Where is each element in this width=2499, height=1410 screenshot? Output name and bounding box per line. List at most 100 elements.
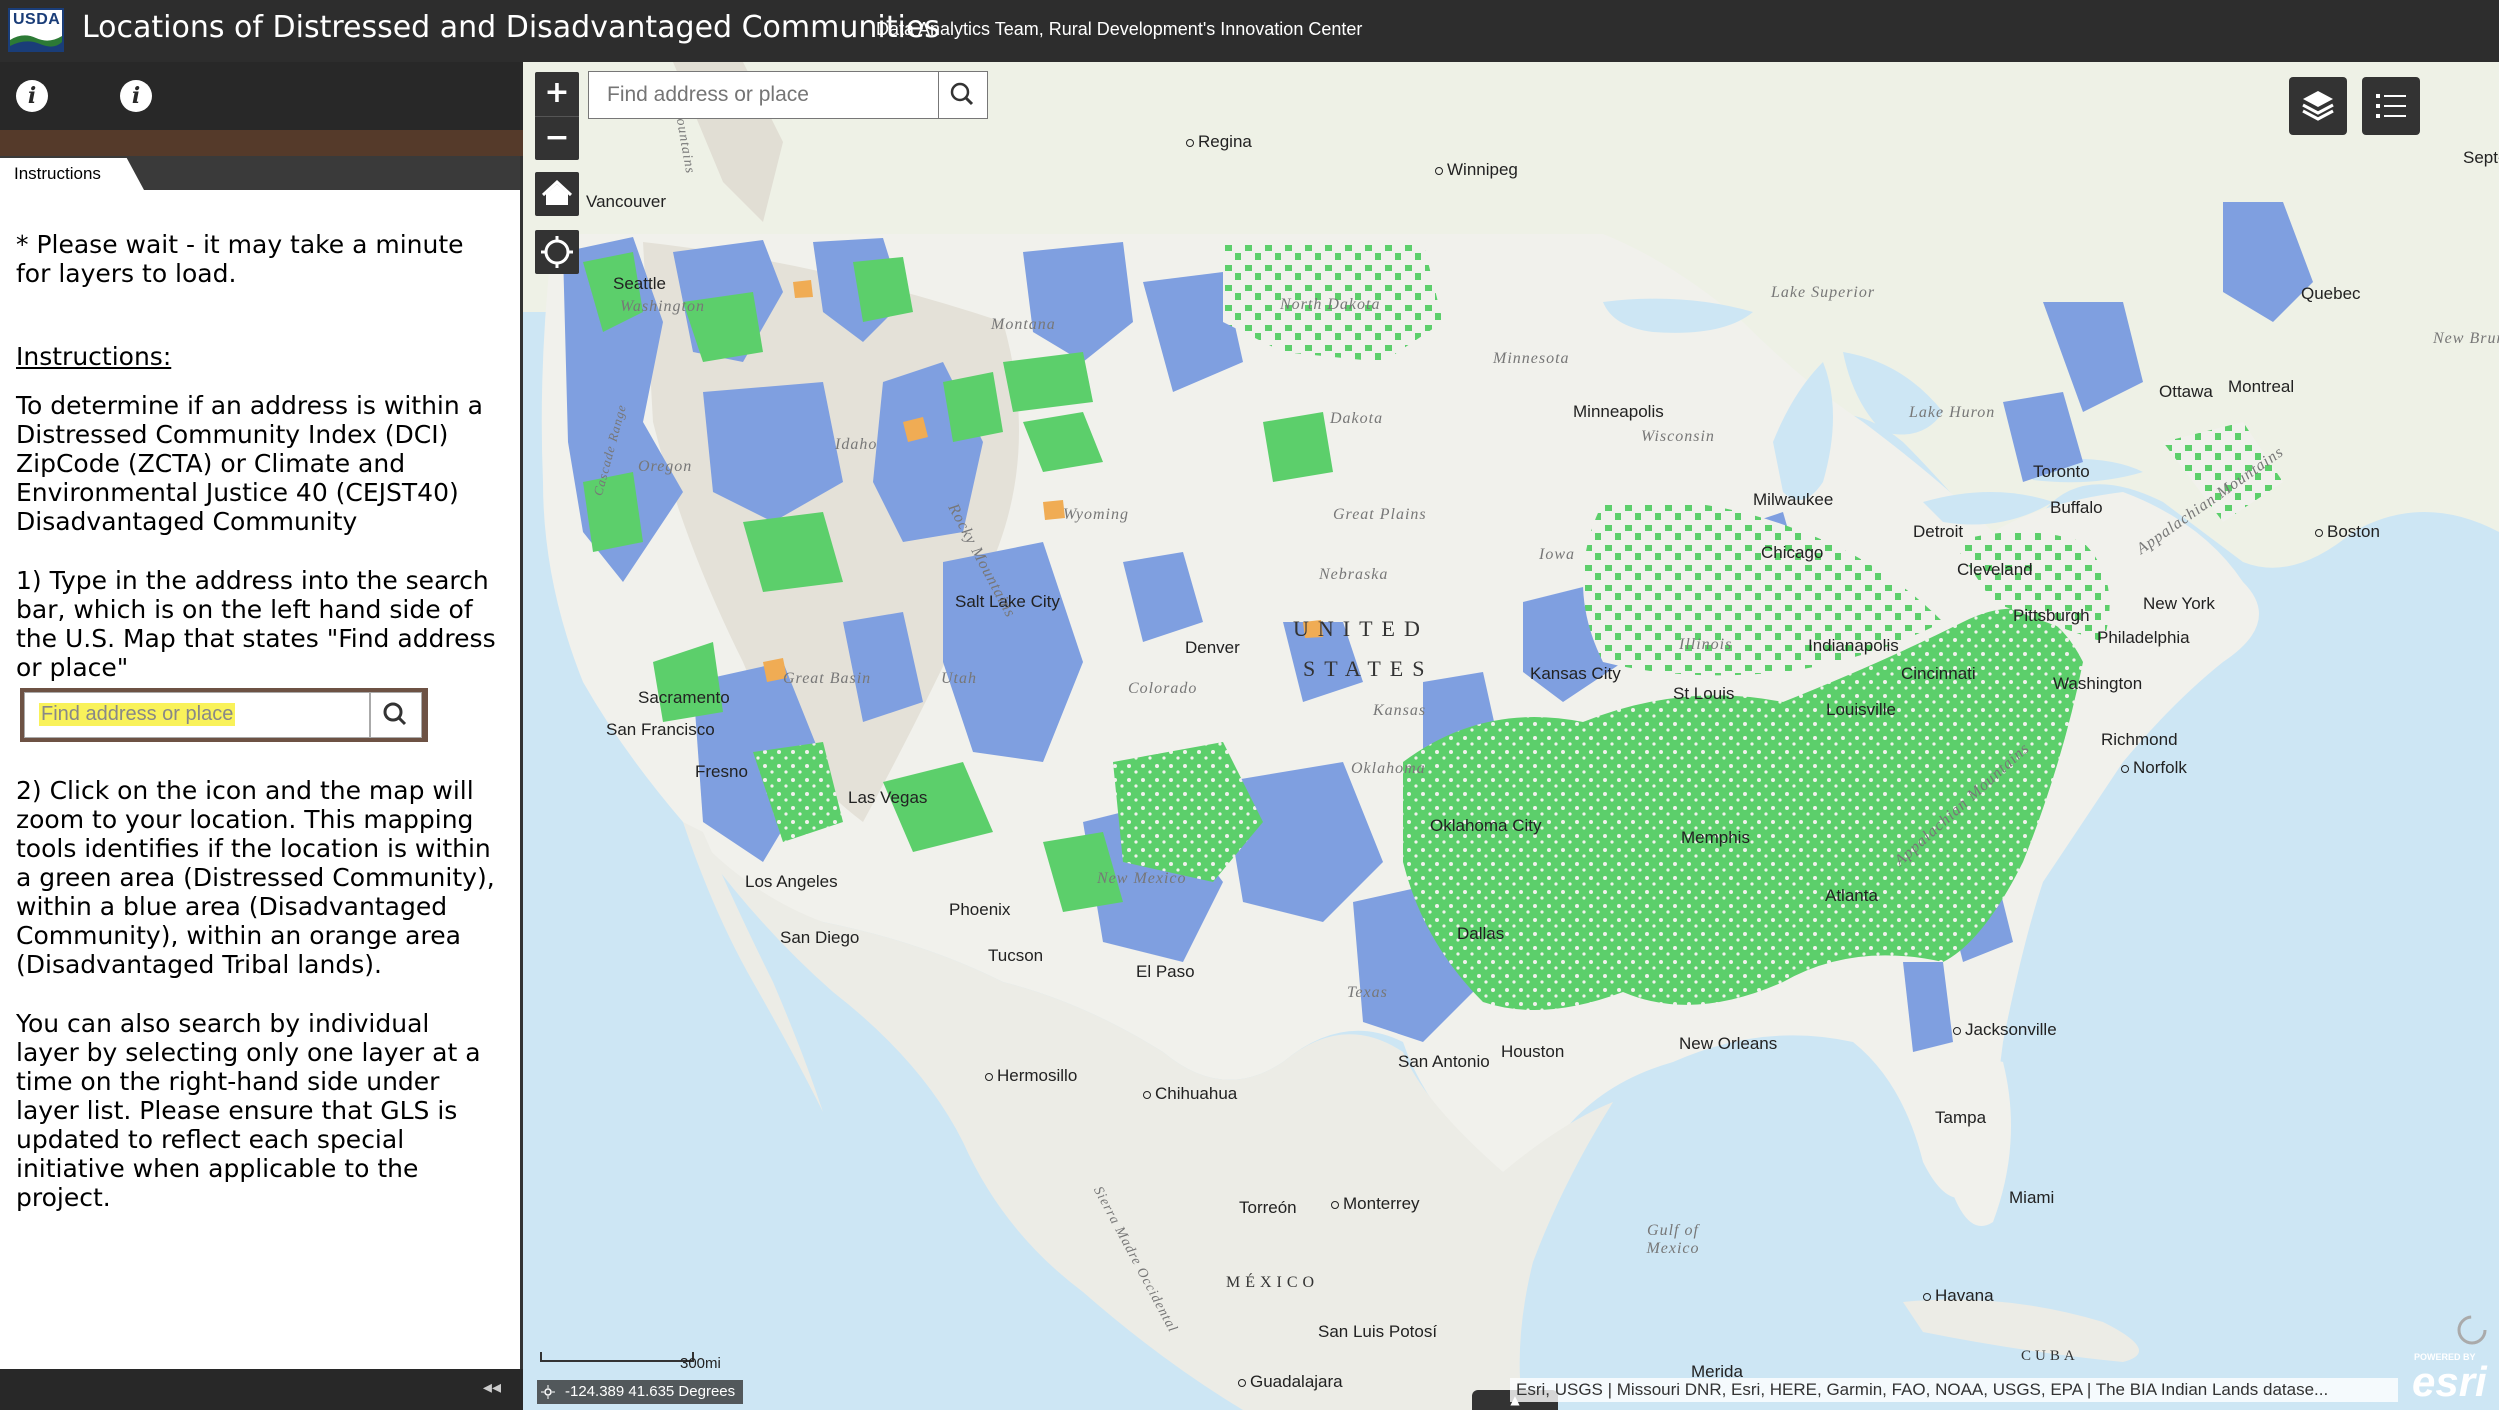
instructions-heading-wrap: Instructions: (16, 342, 496, 371)
basemap-layers-button[interactable] (2289, 77, 2347, 135)
map-label-las-vegas: Las Vegas (848, 788, 928, 807)
map-label-boston: Boston (2315, 522, 2380, 542)
map-label-memphis: Memphis (1681, 828, 1750, 847)
map-label-montreal: Montreal (2228, 377, 2295, 396)
map-label-sacramento: Sacramento (638, 688, 730, 707)
layer-list-button[interactable] (2362, 77, 2420, 135)
panel-footer: ◂◂ (0, 1369, 523, 1410)
map-label-washington: Washington (620, 298, 705, 315)
map-label-denver: Denver (1185, 638, 1240, 657)
locate-button[interactable] (535, 230, 579, 274)
locate-icon (541, 236, 573, 268)
map-label-new-mexico: New Mexico (1097, 870, 1187, 887)
map-label-san-luis-potosi: San Luis Potosí (1318, 1322, 1438, 1341)
map-label-louisville: Louisville (1826, 700, 1896, 719)
map-label-hermosillo: Hermosillo (985, 1066, 1077, 1086)
instructions-panel: Instructions * Please wait - it may take… (0, 156, 523, 1369)
map-label-dallas: Dallas (1457, 924, 1505, 943)
map-label-oklahoma: Oklahoma (1351, 760, 1426, 777)
esri-logo: POWERED BY esri (2408, 1352, 2498, 1408)
double-chevron-left-icon[interactable]: ◂◂ (483, 1377, 501, 1398)
map-label-cincinnati: Cincinnati (1901, 664, 1976, 683)
instructions-step-1: 1) Type in the address into the search b… (16, 566, 496, 682)
map-label-texas: Texas (1347, 984, 1388, 1001)
map-label-nebraska: Nebraska (1319, 566, 1389, 583)
app-title: Locations of Distressed and Disadvantage… (82, 10, 940, 45)
about-info-icon[interactable]: i (120, 80, 152, 112)
map-label-buffalo: Buffalo (2050, 498, 2103, 517)
map-label-torreon: Torreón (1239, 1198, 1297, 1217)
map-label-san-francisco: San Francisco (606, 720, 715, 739)
map-label-oregon: Oregon (638, 458, 693, 475)
search-button[interactable] (938, 72, 987, 118)
basemap (523, 62, 2499, 1410)
map-label-mexico: MÉXICO (1226, 1274, 1320, 1291)
map-label-colorado: Colorado (1128, 680, 1198, 697)
instructions-intro: To determine if an address is within a D… (16, 391, 483, 536)
sample-search-input: Find address or place (24, 692, 370, 738)
map-label-richmond: Richmond (2101, 730, 2178, 749)
home-icon (541, 179, 573, 205)
map-label-toronto: Toronto (2033, 462, 2090, 481)
instructions-content: * Please wait - it may take a minute for… (16, 230, 496, 1242)
map-label-atlanta: Atlanta (1825, 886, 1878, 905)
map-label-winnipeg: Winnipeg (1435, 160, 1518, 180)
map-label-regina: Regina (1186, 132, 1252, 152)
map-label-iowa: Iowa (1539, 546, 1575, 563)
instructions-step-3: You can also search by individual layer … (16, 1009, 481, 1212)
widget-toolbar (0, 62, 524, 130)
map-label-united: UNITED (1293, 616, 1429, 641)
map-label-kansas: Kansas (1373, 702, 1427, 719)
map-label-el-paso: El Paso (1136, 962, 1195, 981)
map-label-wyoming: Wyoming (1063, 506, 1129, 523)
usda-logo: USDA (8, 8, 64, 52)
map-label-indianapolis: Indianapolis (1808, 636, 1899, 655)
map-label-pittsburgh: Pittsburgh (2013, 606, 2090, 625)
map-label-ottawa: Ottawa (2159, 382, 2213, 401)
map-label-wisconsin: Wisconsin (1641, 428, 1715, 445)
map-label-jacksonville: Jacksonville (1953, 1020, 2057, 1040)
map-label-fresno: Fresno (695, 762, 748, 781)
map-label-vancouver: Vancouver (586, 192, 667, 211)
map-label-lake-superior: Lake Superior (1771, 284, 1876, 301)
map-label-gulf-of-mexico: Gulf of Mexico (1646, 1222, 1700, 1257)
map-label-oklahoma-city: Oklahoma City (1430, 816, 1542, 835)
map-label-new-york: New York (2143, 594, 2215, 613)
app-subtitle: Data Analytics Team, Rural Development's… (876, 19, 1363, 39)
instructions-heading: Instructions: (16, 342, 172, 371)
list-icon (2376, 94, 2406, 118)
map-label-washington-dc: Washington (2053, 674, 2143, 693)
map-label-los-angeles: Los Angeles (745, 872, 838, 891)
map-label-st-louis: St Louis (1673, 684, 1735, 703)
map-label-cuba: CUBA (2021, 1348, 2079, 1364)
map-label-great-plains: Great Plains (1333, 506, 1427, 523)
map-label-cleveland: Cleveland (1957, 560, 2033, 579)
loading-spinner-icon (2457, 1315, 2487, 1345)
map-label-new-orleans: New Orleans (1679, 1034, 1778, 1053)
map-search (588, 71, 988, 119)
coordinate-readout[interactable]: -124.389 41.635 Degrees (537, 1380, 744, 1404)
map-label-chicago: Chicago (1761, 543, 1824, 562)
search-input[interactable] (589, 72, 939, 118)
map-label-quebec: Quebec (2301, 284, 2361, 303)
zoom-in-button[interactable]: + (535, 72, 579, 117)
tab-instructions[interactable]: Instructions (0, 158, 144, 190)
zoom-out-button[interactable]: − (535, 117, 579, 161)
home-button[interactable] (535, 172, 579, 216)
info-icon[interactable]: i (16, 80, 48, 112)
map-label-idaho: Idaho (835, 436, 878, 453)
map-label-sept: Sept- (2463, 148, 2499, 167)
map-view[interactable]: Regina Winnipeg Vancouver Seattle Washin… (523, 62, 2499, 1410)
map-label-states: STATES (1303, 656, 1434, 681)
map-label-havana: Havana (1923, 1286, 1994, 1306)
map-label-seattle: Seattle (613, 274, 666, 293)
map-label-lake-huron: Lake Huron (1909, 404, 1996, 421)
map-label-san-diego: San Diego (780, 928, 860, 947)
map-label-new-brunswick: New Brunswick (2433, 330, 2499, 347)
usda-hills-icon (10, 35, 62, 52)
sample-search-text: Find address or place (39, 703, 236, 726)
map-label-illinois: Illinois (1679, 636, 1733, 653)
search-icon (950, 82, 974, 106)
scale-label: 300mi (680, 1355, 721, 1372)
map-label-montana: Montana (991, 316, 1056, 333)
